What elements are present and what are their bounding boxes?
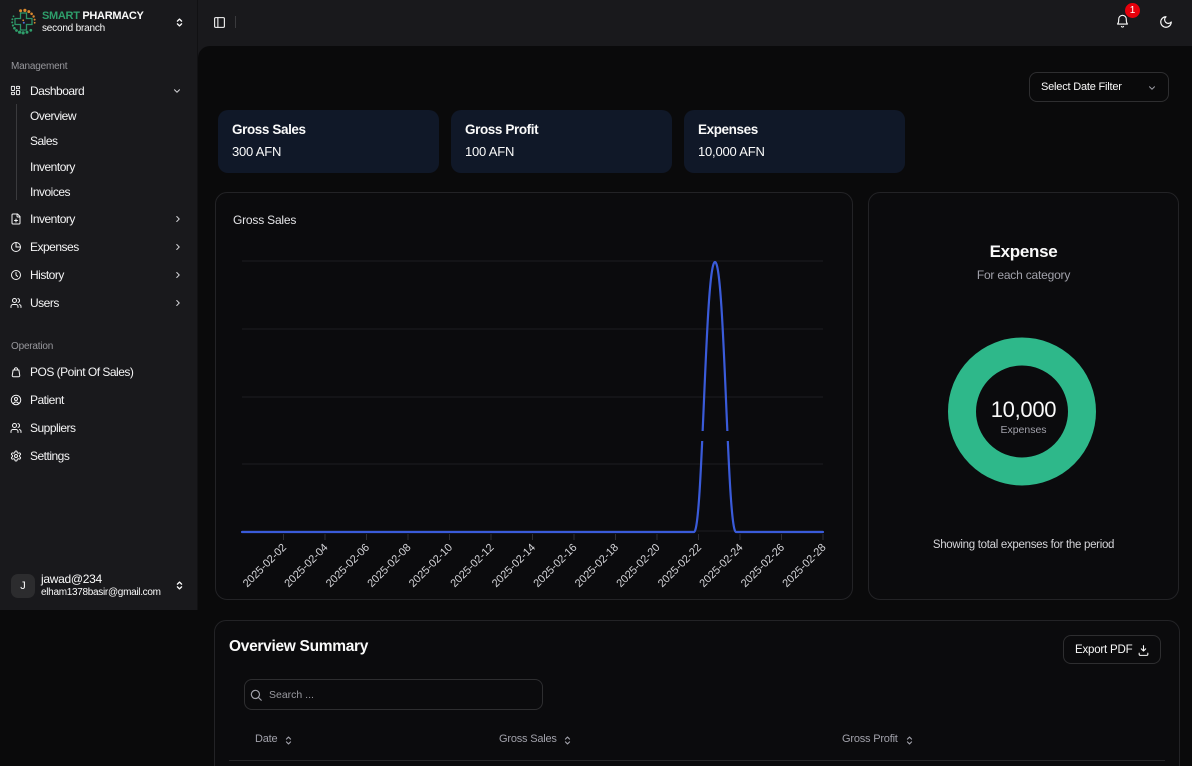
svg-text:2025-02-04: 2025-02-04 — [282, 542, 330, 590]
svg-text:2025-02-16: 2025-02-16 — [531, 542, 579, 590]
svg-text:2025-02-06: 2025-02-06 — [324, 542, 372, 590]
svg-text:2025-02-28: 2025-02-28 — [780, 542, 828, 590]
svg-text:2025-02-08: 2025-02-08 — [365, 542, 413, 590]
svg-text:2025-02-12: 2025-02-12 — [448, 542, 496, 590]
svg-text:2025-02-10: 2025-02-10 — [407, 542, 455, 590]
svg-text:2025-02-20: 2025-02-20 — [614, 542, 662, 590]
svg-text:2025-02-24: 2025-02-24 — [697, 542, 745, 590]
svg-text:2025-02-22: 2025-02-22 — [656, 542, 704, 590]
svg-text:2025-02-02: 2025-02-02 — [241, 542, 289, 590]
svg-text:2025-02-14: 2025-02-14 — [490, 542, 538, 590]
svg-text:2025-02-18: 2025-02-18 — [573, 542, 621, 590]
svg-text:2025-02-26: 2025-02-26 — [739, 542, 787, 590]
